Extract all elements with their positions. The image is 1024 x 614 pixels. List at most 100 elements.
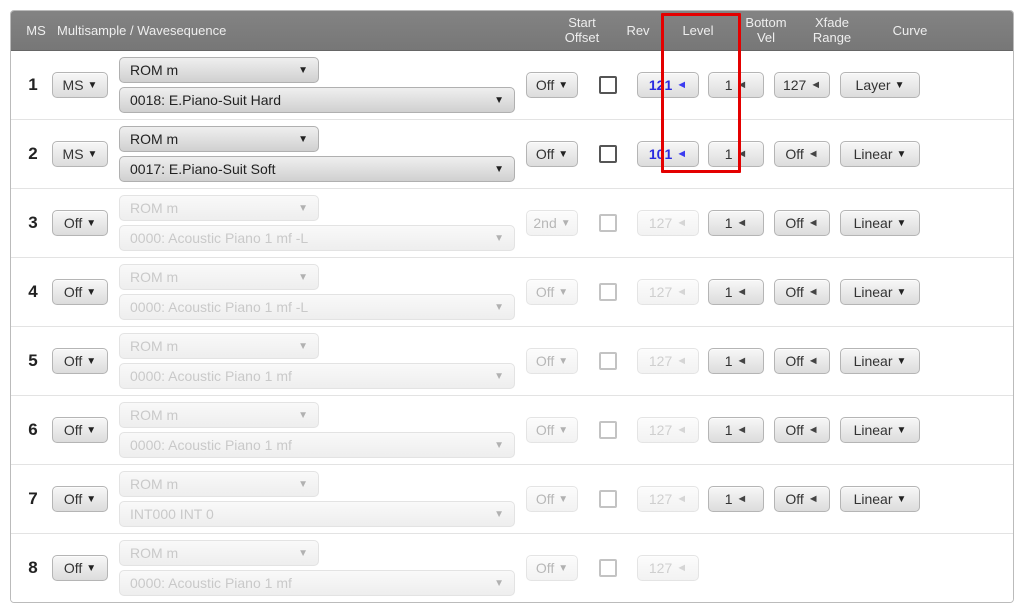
- caret-down-icon: ▼: [298, 479, 308, 490]
- curve-select[interactable]: Linear▼: [840, 210, 920, 236]
- reverse-checkbox[interactable]: [599, 490, 617, 508]
- bank-select[interactable]: ROM m▼: [119, 402, 319, 428]
- level-control[interactable]: 127◄: [637, 348, 699, 374]
- speaker-icon: ◄: [736, 148, 747, 160]
- speaker-icon: ◄: [808, 148, 819, 160]
- level-control[interactable]: 127◄: [637, 555, 699, 581]
- header-bank: Multisample / Wavesequence: [51, 23, 551, 38]
- reverse-checkbox[interactable]: [599, 352, 617, 370]
- caret-down-icon: ▼: [298, 548, 308, 559]
- bank-select[interactable]: ROM m▼: [119, 471, 319, 497]
- ms-type-select[interactable]: Off▼: [52, 555, 108, 581]
- curve-select[interactable]: Linear▼: [840, 486, 920, 512]
- xfade-range-control[interactable]: Off ◄: [774, 348, 830, 374]
- bottom-vel-control[interactable]: 1 ◄: [708, 348, 764, 374]
- row-index: 4: [19, 282, 47, 302]
- xfade-range-control[interactable]: Off ◄: [774, 279, 830, 305]
- speaker-icon: ◄: [808, 217, 819, 229]
- start-offset-select[interactable]: Off▼: [526, 141, 578, 167]
- caret-down-icon: ▼: [897, 149, 907, 160]
- wave-select[interactable]: 0000: Acoustic Piano 1 mf▼: [119, 570, 515, 596]
- ms-type-select[interactable]: Off▼: [52, 417, 108, 443]
- start-offset-select[interactable]: Off▼: [526, 555, 578, 581]
- caret-down-icon: ▼: [897, 287, 907, 298]
- wave-select[interactable]: 0000: Acoustic Piano 1 mf -L▼: [119, 225, 515, 251]
- start-offset-select[interactable]: Off▼: [526, 279, 578, 305]
- caret-down-icon: ▼: [897, 494, 907, 505]
- level-control[interactable]: 101◄: [637, 141, 699, 167]
- caret-down-icon: ▼: [298, 341, 308, 352]
- xfade-range-control[interactable]: 127 ◄: [774, 72, 830, 98]
- ms-type-select[interactable]: Off▼: [52, 279, 108, 305]
- wave-select[interactable]: INT000 INT 0▼: [119, 501, 515, 527]
- level-control[interactable]: 127◄: [637, 486, 699, 512]
- xfade-range-control[interactable]: Off ◄: [774, 417, 830, 443]
- level-control[interactable]: 121◄: [637, 72, 699, 98]
- speaker-icon: ◄: [736, 217, 747, 229]
- caret-down-icon: ▼: [86, 494, 96, 505]
- caret-down-icon: ▼: [558, 356, 568, 367]
- bottom-vel-control[interactable]: 1 ◄: [708, 141, 764, 167]
- bottom-vel-control[interactable]: 1 ◄: [708, 486, 764, 512]
- bottom-vel-control[interactable]: 1 ◄: [708, 210, 764, 236]
- bottom-vel-control[interactable]: 1 ◄: [708, 417, 764, 443]
- header-offset: Start Offset: [551, 16, 613, 45]
- ms-type-select[interactable]: MS▼: [52, 141, 108, 167]
- reverse-checkbox[interactable]: [599, 145, 617, 163]
- caret-down-icon: ▼: [558, 425, 568, 436]
- ms-type-select[interactable]: Off▼: [52, 486, 108, 512]
- reverse-checkbox[interactable]: [599, 559, 617, 577]
- reverse-checkbox[interactable]: [599, 421, 617, 439]
- bank-select[interactable]: ROM m▼: [119, 333, 319, 359]
- reverse-checkbox[interactable]: [599, 214, 617, 232]
- xfade-range-control[interactable]: Off ◄: [774, 486, 830, 512]
- curve-select[interactable]: Layer▼: [840, 72, 920, 98]
- ms-type-select[interactable]: MS▼: [52, 72, 108, 98]
- level-control[interactable]: 127◄: [637, 210, 699, 236]
- wave-select[interactable]: 0000: Acoustic Piano 1 mf▼: [119, 432, 515, 458]
- bank-select[interactable]: ROM m▼: [119, 264, 319, 290]
- bottom-vel-control[interactable]: 1 ◄: [708, 279, 764, 305]
- ms-type-select[interactable]: Off▼: [52, 210, 108, 236]
- speaker-icon: ◄: [736, 286, 747, 298]
- speaker-icon: ◄: [736, 79, 747, 91]
- caret-down-icon: ▼: [494, 95, 504, 106]
- bottom-vel-control[interactable]: 1 ◄: [708, 72, 764, 98]
- reverse-checkbox[interactable]: [599, 76, 617, 94]
- reverse-checkbox[interactable]: [599, 283, 617, 301]
- bank-select[interactable]: ROM m▼: [119, 57, 319, 83]
- table-row: 4Off▼ROM m▼0000: Acoustic Piano 1 mf -L▼…: [11, 257, 1013, 326]
- header-rev: Rev: [613, 23, 663, 38]
- start-offset-select[interactable]: 2nd▼: [526, 210, 578, 236]
- start-offset-select[interactable]: Off▼: [526, 486, 578, 512]
- caret-down-icon: ▼: [494, 578, 504, 589]
- xfade-range-control[interactable]: Off ◄: [774, 210, 830, 236]
- curve-select[interactable]: Linear▼: [840, 417, 920, 443]
- caret-down-icon: ▼: [298, 65, 308, 76]
- ms-type-select[interactable]: Off▼: [52, 348, 108, 374]
- header-xfade: Xfade Range: [799, 16, 865, 45]
- speaker-icon: ◄: [676, 424, 687, 436]
- wave-select[interactable]: 0017: E.Piano-Suit Soft▼: [119, 156, 515, 182]
- caret-down-icon: ▼: [88, 149, 98, 160]
- bank-select[interactable]: ROM m▼: [119, 195, 319, 221]
- header-curve: Curve: [865, 23, 955, 38]
- wave-select[interactable]: 0000: Acoustic Piano 1 mf▼: [119, 363, 515, 389]
- speaker-icon: ◄: [736, 424, 747, 436]
- start-offset-select[interactable]: Off▼: [526, 72, 578, 98]
- level-control[interactable]: 127◄: [637, 279, 699, 305]
- curve-select[interactable]: Linear▼: [840, 348, 920, 374]
- curve-select[interactable]: Linear▼: [840, 141, 920, 167]
- header-ms: MS: [11, 23, 51, 38]
- speaker-icon: ◄: [676, 355, 687, 367]
- wave-select[interactable]: 0018: E.Piano-Suit Hard▼: [119, 87, 515, 113]
- level-control[interactable]: 127◄: [637, 417, 699, 443]
- bank-select[interactable]: ROM m▼: [119, 126, 319, 152]
- bank-select[interactable]: ROM m▼: [119, 540, 319, 566]
- start-offset-select[interactable]: Off▼: [526, 417, 578, 443]
- start-offset-select[interactable]: Off▼: [526, 348, 578, 374]
- speaker-icon: ◄: [808, 286, 819, 298]
- wave-select[interactable]: 0000: Acoustic Piano 1 mf -L▼: [119, 294, 515, 320]
- curve-select[interactable]: Linear▼: [840, 279, 920, 305]
- xfade-range-control[interactable]: Off ◄: [774, 141, 830, 167]
